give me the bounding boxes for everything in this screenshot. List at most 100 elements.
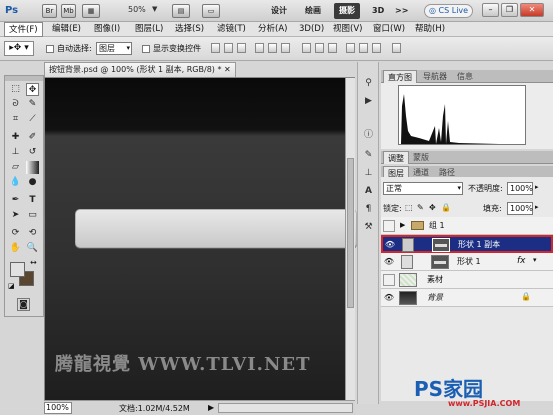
eye-icon[interactable]: 👁	[384, 239, 396, 251]
fill-input[interactable]: 100%	[507, 202, 533, 215]
lock-transparent-icon[interactable]: ⬚	[405, 203, 413, 212]
3d-rotate-tool-icon[interactable]: ⟳	[9, 227, 22, 240]
blend-mode-dropdown[interactable]: 正常 ▾	[383, 182, 463, 195]
close-icon[interactable]: ✕	[224, 65, 231, 74]
eyedropper-tool-icon[interactable]: ⟋	[26, 113, 39, 126]
distribute-left-icon[interactable]	[346, 43, 355, 53]
menu-view[interactable]: 视图(V)	[329, 22, 366, 37]
zoom-level[interactable]: 50%	[128, 5, 146, 14]
status-zoom[interactable]: 100%	[44, 402, 72, 414]
scrollbar-thumb[interactable]	[347, 158, 354, 308]
shape-tool-icon[interactable]: ▭	[26, 209, 39, 222]
menu-analysis[interactable]: 分析(A)	[254, 22, 291, 37]
chevron-right-icon[interactable]: ▸	[535, 203, 539, 211]
pen-tool-icon[interactable]: ✒	[9, 194, 22, 207]
move-tool-icon[interactable]: ✥	[26, 83, 39, 96]
expand-arrow-icon[interactable]: ▶	[400, 221, 405, 229]
move-tool-preset-icon[interactable]: ▸✥ ▾	[4, 41, 34, 56]
eraser-tool-icon[interactable]: ▱	[9, 161, 22, 174]
eye-icon[interactable]: 👁	[383, 292, 395, 304]
crop-tool-icon[interactable]: ⌗	[9, 113, 22, 126]
menu-help[interactable]: 帮助(H)	[411, 22, 449, 37]
close-button[interactable]: ✕	[520, 3, 544, 17]
align-bottom-icon[interactable]	[237, 43, 246, 53]
align-left-icon[interactable]	[255, 43, 264, 53]
tab-navigator[interactable]: 导航器	[419, 70, 451, 83]
distribute-top-icon[interactable]	[302, 43, 311, 53]
layer-row-shape1[interactable]: 👁 形状 1 fx ▾	[381, 253, 553, 271]
blur-tool-icon[interactable]: 💧	[9, 176, 22, 189]
distribute-hcenter-icon[interactable]	[359, 43, 368, 53]
actions-panel-icon[interactable]: ▶	[361, 94, 376, 109]
button-shape[interactable]	[75, 209, 357, 248]
minimize-button[interactable]: –	[482, 3, 499, 17]
visibility-toggle[interactable]	[383, 274, 395, 286]
gradient-tool-icon[interactable]	[26, 161, 39, 174]
marquee-tool-icon[interactable]: ⬚	[9, 83, 22, 96]
menu-layer[interactable]: 图层(L)	[131, 22, 167, 37]
screen-mode-button[interactable]: ▭	[202, 4, 220, 18]
workspace-photography[interactable]: 摄影	[334, 3, 360, 19]
hand-tool-icon[interactable]: ✋	[9, 242, 22, 255]
opacity-input[interactable]: 100%	[507, 182, 533, 195]
align-vcenter-icon[interactable]	[224, 43, 233, 53]
menu-select[interactable]: 选择(S)	[171, 22, 208, 37]
brush-tool-icon[interactable]: ✐	[26, 131, 39, 144]
toolbox-grip[interactable]	[5, 76, 43, 81]
workspace-design[interactable]: 设计	[266, 3, 292, 19]
chevron-right-icon[interactable]: ▸	[535, 183, 539, 191]
type-tool-icon[interactable]: T	[26, 194, 39, 207]
cslive-button[interactable]: ◎ CS Live	[424, 4, 474, 18]
character-panel-icon[interactable]: A	[361, 184, 376, 199]
restore-button[interactable]: ❐	[501, 3, 518, 17]
mini-bridge-button[interactable]: Mb	[61, 4, 76, 18]
tab-adjustments[interactable]: 调整	[383, 151, 409, 164]
quick-mask-icon[interactable]: ◙	[17, 298, 30, 311]
tab-info[interactable]: 信息	[453, 70, 477, 83]
lasso-tool-icon[interactable]: ᘐ	[9, 98, 22, 111]
menu-filter[interactable]: 滤镜(T)	[213, 22, 250, 37]
align-top-icon[interactable]	[211, 43, 220, 53]
menu-image[interactable]: 图像(I)	[90, 22, 124, 37]
menu-file[interactable]: 文件(F)	[4, 22, 43, 37]
layer-row-shape1-copy[interactable]: 👁 形状 1 副本	[381, 235, 553, 253]
bridge-button[interactable]: Br	[42, 4, 57, 18]
auto-select-checkbox[interactable]	[46, 45, 54, 53]
quick-select-tool-icon[interactable]: ✎	[26, 98, 39, 111]
default-colors-icon[interactable]: ◪	[8, 282, 15, 290]
history-panel-icon[interactable]: ⚲	[361, 76, 376, 91]
foreground-color-swatch[interactable]	[10, 262, 25, 277]
visibility-toggle[interactable]	[383, 220, 395, 232]
fx-icon[interactable]: fx	[517, 256, 526, 266]
3d-orbit-tool-icon[interactable]: ⟲	[26, 227, 39, 240]
tab-histogram[interactable]: 直方图	[383, 70, 417, 83]
tab-masks[interactable]: 蒙版	[409, 151, 433, 164]
view-extras-button[interactable]: ▦	[82, 4, 100, 18]
workspace-3d[interactable]: 3D	[367, 3, 389, 19]
show-transform-checkbox[interactable]	[142, 45, 150, 53]
layer-row-background[interactable]: 👁 背景 🔒	[381, 289, 553, 307]
menu-window[interactable]: 窗口(W)	[369, 22, 409, 37]
clone-source-icon[interactable]: ⊥	[361, 166, 376, 181]
clone-stamp-tool-icon[interactable]: ⊥	[9, 146, 22, 159]
brush-panel-icon[interactable]: ✎	[361, 148, 376, 163]
tool-presets-icon[interactable]: ⚒	[361, 220, 376, 235]
arrange-documents-button[interactable]: ▤	[172, 4, 190, 18]
vertical-scrollbar[interactable]	[345, 78, 355, 401]
history-brush-tool-icon[interactable]: ↺	[26, 146, 39, 159]
menu-3d[interactable]: 3D(D)	[295, 22, 328, 37]
zoom-tool-icon[interactable]: 🔍	[26, 242, 39, 255]
distribute-vcenter-icon[interactable]	[315, 43, 324, 53]
lock-position-icon[interactable]: ✥	[429, 203, 436, 212]
menu-edit[interactable]: 编辑(E)	[48, 22, 85, 37]
layer-row-group1[interactable]: ▶ 组 1	[381, 217, 553, 235]
auto-align-icon[interactable]	[392, 43, 401, 53]
chevron-down-icon[interactable]: ▾	[533, 256, 537, 264]
workspace-painting[interactable]: 绘画	[300, 3, 326, 19]
workspace-more[interactable]: >>	[390, 3, 413, 19]
status-arrow-icon[interactable]: ▶	[208, 403, 214, 412]
healing-brush-tool-icon[interactable]: ✚	[9, 131, 22, 144]
distribute-right-icon[interactable]	[372, 43, 381, 53]
dodge-tool-icon[interactable]: ●	[26, 176, 39, 189]
align-hcenter-icon[interactable]	[268, 43, 277, 53]
